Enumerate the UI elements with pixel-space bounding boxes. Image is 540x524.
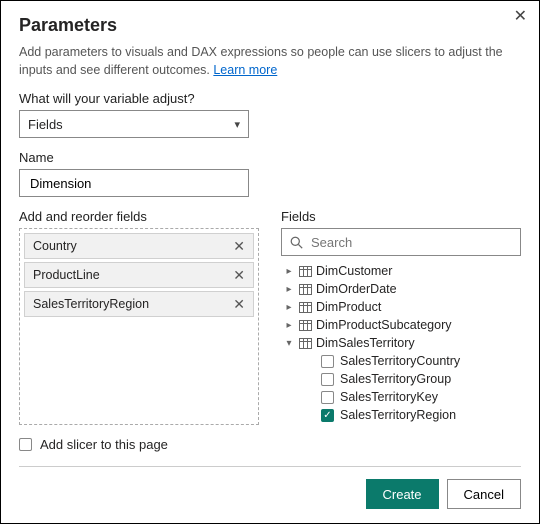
search-icon <box>290 236 303 249</box>
tree-table-row[interactable]: ▸ DimOrderDate <box>283 280 521 298</box>
tree-field-label: SalesTerritoryKey <box>340 390 438 404</box>
table-icon <box>299 266 312 277</box>
learn-more-link[interactable]: Learn more <box>213 63 277 77</box>
remove-icon[interactable]: ✕ <box>233 268 245 282</box>
table-icon <box>299 320 312 331</box>
name-input[interactable] <box>28 175 240 192</box>
name-label: Name <box>19 150 521 165</box>
remove-icon[interactable]: ✕ <box>233 297 245 311</box>
add-slicer-label: Add slicer to this page <box>40 437 168 452</box>
tree-table-label: DimProduct <box>316 300 381 314</box>
tree-table-row[interactable]: ▸ DimProductSubcategory <box>283 316 521 334</box>
dialog-title: Parameters <box>19 15 521 36</box>
fields-search[interactable] <box>281 228 521 256</box>
tree-field-row[interactable]: SalesTerritoryKey <box>283 388 521 406</box>
cancel-button[interactable]: Cancel <box>447 479 521 509</box>
parameters-dialog: ✕ Parameters Add parameters to visuals a… <box>0 0 540 524</box>
tree-table-row[interactable]: ▸ DimProduct <box>283 298 521 316</box>
close-icon[interactable]: ✕ <box>514 9 527 25</box>
chevron-right-icon[interactable]: ▸ <box>283 302 295 313</box>
add-slicer-checkbox[interactable] <box>19 438 32 451</box>
tree-table-row[interactable]: ▸FactInternetSales <box>283 424 521 425</box>
field-checkbox[interactable] <box>321 373 334 386</box>
reorder-item[interactable]: Country ✕ <box>24 233 254 259</box>
table-icon <box>299 302 312 313</box>
name-input-wrap <box>19 169 249 197</box>
tree-field-label: SalesTerritoryRegion <box>340 408 456 422</box>
reorder-item-label: ProductLine <box>33 268 100 282</box>
tree-table-label: DimCustomer <box>316 264 392 278</box>
chevron-down-icon: ▾ <box>234 118 240 131</box>
variable-label: What will your variable adjust? <box>19 91 521 106</box>
reorder-box: Country✕ProductLine✕SalesTerritoryRegion… <box>19 228 259 425</box>
table-icon <box>299 338 312 349</box>
variable-select[interactable]: Fields ▾ <box>19 110 249 138</box>
chevron-right-icon[interactable]: ▸ <box>283 266 295 277</box>
field-checkbox[interactable] <box>321 391 334 404</box>
tree-field-label: SalesTerritoryCountry <box>340 354 460 368</box>
fields-tree: ▸ DimCustomer ▸ DimOrderDate ▸ DimProduct ▸ Dim… <box>281 262 521 425</box>
create-button[interactable]: Create <box>366 479 439 509</box>
field-checkbox[interactable] <box>321 355 334 368</box>
reorder-label: Add and reorder fields <box>19 209 259 224</box>
chevron-right-icon[interactable]: ▸ <box>283 284 295 295</box>
tree-table-label: DimSalesTerritory <box>316 336 415 350</box>
field-checkbox[interactable]: ✓ <box>321 409 334 422</box>
reorder-item-label: Country <box>33 239 77 253</box>
dialog-description: Add parameters to visuals and DAX expres… <box>19 44 521 79</box>
chevron-right-icon[interactable]: ▸ <box>283 320 295 331</box>
dialog-footer: Create Cancel <box>19 466 521 509</box>
reorder-item[interactable]: ProductLine ✕ <box>24 262 254 288</box>
search-input[interactable] <box>309 234 512 251</box>
tree-table-row[interactable]: ▸ DimCustomer <box>283 262 521 280</box>
reorder-item[interactable]: SalesTerritoryRegion ✕ <box>24 291 254 317</box>
tree-table-row[interactable]: ▾ DimSalesTerritory <box>283 334 521 352</box>
tree-table-label: DimProductSubcategory <box>316 318 451 332</box>
variable-value: Fields <box>28 117 63 132</box>
tree-field-label: SalesTerritoryGroup <box>340 372 451 386</box>
tree-field-row[interactable]: ✓ SalesTerritoryRegion <box>283 406 521 424</box>
fields-label: Fields <box>281 209 521 224</box>
table-icon <box>299 284 312 295</box>
tree-table-label: DimOrderDate <box>316 282 397 296</box>
chevron-down-icon[interactable]: ▾ <box>283 338 295 349</box>
tree-field-row[interactable]: SalesTerritoryCountry <box>283 352 521 370</box>
remove-icon[interactable]: ✕ <box>233 239 245 253</box>
tree-field-row[interactable]: SalesTerritoryGroup <box>283 370 521 388</box>
reorder-item-label: SalesTerritoryRegion <box>33 297 149 311</box>
